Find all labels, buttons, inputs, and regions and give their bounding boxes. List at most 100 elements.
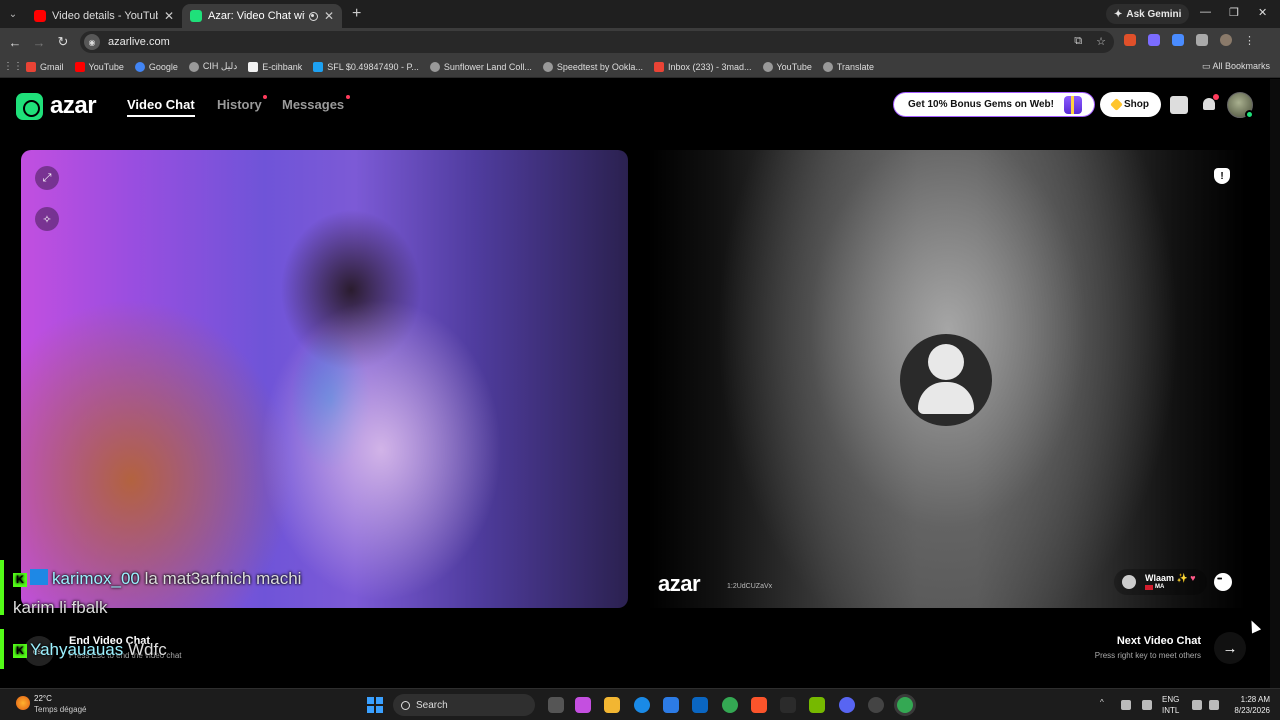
microphone-icon[interactable] bbox=[1142, 700, 1152, 710]
bookmark-label: Sunflower Land Coll... bbox=[443, 61, 532, 72]
browser-menu-icon[interactable]: ⋮ bbox=[1244, 34, 1255, 47]
peer-avatar-icon bbox=[1122, 575, 1136, 589]
chat-bubble-icon[interactable] bbox=[1214, 573, 1232, 591]
peer-country: MA bbox=[1145, 584, 1164, 590]
bookmark-speedtest[interactable]: Speedtest by Ookla... bbox=[542, 61, 643, 72]
azar-logo[interactable]: azar bbox=[16, 92, 97, 120]
heart-icon: ♥ bbox=[1190, 573, 1196, 583]
back-icon[interactable]: ← bbox=[3, 35, 27, 50]
history-notification-dot bbox=[263, 95, 267, 99]
close-window-icon[interactable]: ✕ bbox=[1258, 6, 1267, 19]
nav-messages[interactable]: Messages bbox=[282, 97, 344, 112]
bookmark-label: YouTube bbox=[88, 61, 124, 72]
bookmark-translate[interactable]: Translate bbox=[822, 61, 874, 72]
chat-message-continued: karim li fbalk bbox=[13, 598, 108, 617]
task-view-icon[interactable] bbox=[548, 697, 564, 713]
settings-gear-icon[interactable] bbox=[868, 697, 884, 713]
tab-azar[interactable]: Azar: Video Chat with New ✕ bbox=[182, 4, 342, 28]
minimize-icon[interactable]: — bbox=[1200, 6, 1211, 18]
bookmark-youtube[interactable]: YouTube bbox=[74, 61, 124, 72]
address-bar[interactable]: ◉ azarlive.com ⧉ ☆ bbox=[80, 31, 1114, 53]
language-indicator[interactable]: ENG INTL bbox=[1162, 694, 1179, 716]
brave-icon[interactable] bbox=[751, 697, 767, 713]
tray-overflow-icon[interactable]: ^ bbox=[1100, 698, 1110, 708]
bookmark-star-icon[interactable]: ☆ bbox=[1096, 35, 1106, 48]
extension-doc-icon[interactable] bbox=[1172, 34, 1184, 46]
extensions-puzzle-icon[interactable] bbox=[1196, 34, 1208, 46]
profile-avatar-icon[interactable] bbox=[1220, 34, 1232, 46]
bookmark-sunflower[interactable]: Sunflower Land Coll... bbox=[429, 61, 532, 72]
next-video-chat-label[interactable]: Next Video Chat bbox=[1117, 635, 1201, 647]
apps-grid-icon[interactable]: ⋮⋮ bbox=[0, 61, 26, 72]
next-app-icon[interactable] bbox=[780, 697, 796, 713]
next-arrow-button[interactable]: → bbox=[1214, 632, 1246, 664]
volume-icon[interactable] bbox=[1209, 700, 1219, 710]
chrome-icon[interactable] bbox=[722, 697, 738, 713]
display-icon[interactable] bbox=[1192, 700, 1202, 710]
close-tab-icon[interactable]: ✕ bbox=[324, 9, 334, 23]
bookmark-gmail[interactable]: Gmail bbox=[26, 61, 64, 72]
page-scrollbar[interactable] bbox=[1270, 79, 1280, 688]
nav-history[interactable]: History bbox=[217, 97, 262, 112]
extension-cloud-icon[interactable] bbox=[1148, 34, 1160, 46]
nav-video-chat[interactable]: Video Chat bbox=[127, 97, 195, 117]
bonus-gems-button[interactable]: Get 10% Bonus Gems on Web! bbox=[893, 92, 1095, 117]
extension-fox-icon[interactable] bbox=[1124, 34, 1136, 46]
bookmark-ecihbank[interactable]: E-cihbank bbox=[248, 61, 302, 72]
taskbar-search[interactable]: Search bbox=[393, 694, 535, 716]
report-shield-icon[interactable]: ! bbox=[1214, 168, 1230, 184]
chat-text: la mat3arfnich machi bbox=[144, 569, 302, 588]
tab-youtube-studio[interactable]: Video details - YouTube Studio ✕ bbox=[26, 4, 182, 28]
azar-page: azar Video Chat History Messages Get 10%… bbox=[0, 79, 1280, 688]
new-tab-button[interactable]: + bbox=[352, 5, 361, 23]
user-avatar[interactable] bbox=[1227, 92, 1254, 119]
weather-description[interactable]: Temps dégagé bbox=[34, 705, 86, 714]
edge-icon[interactable] bbox=[634, 697, 650, 713]
store-icon[interactable] bbox=[1170, 96, 1188, 114]
bookmark-cih[interactable]: CIH دليل bbox=[188, 61, 237, 72]
chat-accent-bar bbox=[0, 629, 4, 669]
next-video-chat-hint: Press right key to meet others bbox=[1094, 651, 1201, 660]
system-clock[interactable]: 1:28 AM 8/23/2026 bbox=[1228, 694, 1270, 716]
weather-sun-icon[interactable] bbox=[16, 696, 30, 710]
file-explorer-icon[interactable] bbox=[604, 697, 620, 713]
outlook-icon[interactable] bbox=[692, 697, 708, 713]
ask-gemini-button[interactable]: ✦ Ask Gemini bbox=[1106, 4, 1190, 24]
bookmark-label: Google bbox=[148, 61, 178, 72]
shop-button[interactable]: Shop bbox=[1100, 92, 1161, 117]
forward-icon[interactable]: → bbox=[27, 35, 51, 50]
reload-icon[interactable]: ↻ bbox=[51, 34, 75, 50]
windows-taskbar: 22°C Temps dégagé Search ^ ENG INTL 1:28… bbox=[0, 688, 1280, 720]
all-bookmarks-button[interactable]: ▭ All Bookmarks bbox=[1202, 61, 1270, 72]
chrome-active-icon[interactable] bbox=[897, 697, 913, 713]
magic-wand-icon[interactable]: ✧ bbox=[35, 207, 59, 231]
bookmark-google[interactable]: Google bbox=[134, 61, 178, 72]
nvidia-icon[interactable] bbox=[809, 697, 825, 713]
url-text: azarlive.com bbox=[108, 36, 170, 48]
temperature[interactable]: 22°C bbox=[34, 694, 52, 703]
fullscreen-icon[interactable]: ⤢ bbox=[35, 166, 59, 190]
windows-start-icon[interactable] bbox=[367, 697, 383, 713]
install-app-icon[interactable]: ⧉ bbox=[1074, 35, 1082, 48]
tab-search-icon[interactable]: ⌄ bbox=[0, 0, 26, 28]
globe-icon bbox=[762, 61, 773, 72]
bookmark-youtube-2[interactable]: YouTube bbox=[762, 61, 812, 72]
ecihbank-icon bbox=[248, 61, 259, 72]
store-app-icon[interactable] bbox=[663, 697, 679, 713]
chat-username: karimox_00 bbox=[52, 569, 140, 588]
online-status-indicator bbox=[1245, 110, 1254, 119]
network-icon[interactable] bbox=[1121, 700, 1131, 710]
bookmark-sfl[interactable]: SFL $0.49847490 - P... bbox=[313, 61, 419, 72]
browser-toolbar: ← → ↻ ◉ azarlive.com ⧉ ☆ ⋮ bbox=[0, 28, 1280, 56]
chat-username: Yahyauauas bbox=[30, 640, 124, 659]
chat-text: Wdfc bbox=[128, 640, 167, 659]
discord-icon[interactable] bbox=[839, 697, 855, 713]
azar-logo-icon bbox=[16, 92, 43, 120]
close-tab-icon[interactable]: ✕ bbox=[164, 9, 174, 23]
site-info-icon[interactable]: ◉ bbox=[84, 34, 100, 50]
maximize-icon[interactable]: ❐ bbox=[1229, 6, 1239, 19]
copilot-icon[interactable] bbox=[575, 697, 591, 713]
bookmark-inbox[interactable]: Inbox (233) - 3mad... bbox=[653, 61, 752, 72]
peer-profile-pill[interactable]: Wlaam ✨ ♥ MA bbox=[1114, 569, 1207, 595]
search-label: Search bbox=[416, 699, 448, 711]
